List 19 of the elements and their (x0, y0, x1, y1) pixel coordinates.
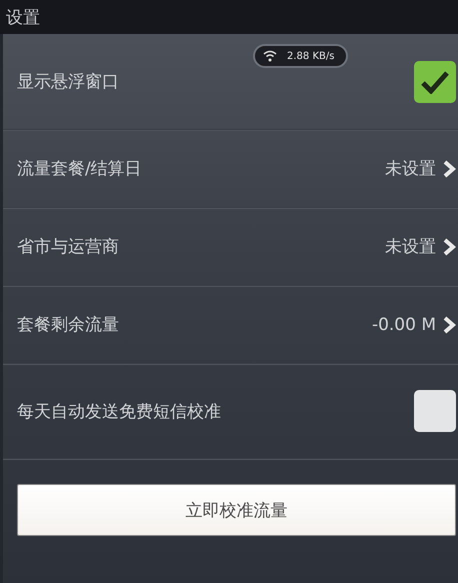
setting-label: 省市与运营商 (17, 236, 119, 258)
chevron-right-icon (442, 160, 456, 178)
chevron-right-icon (442, 316, 456, 334)
setting-value: 未设置 (385, 236, 436, 258)
floating-speed-badge[interactable]: 2.88 KB/s (253, 44, 348, 68)
checkbox[interactable] (414, 390, 456, 432)
checkbox[interactable] (414, 60, 456, 102)
wifi-icon (263, 50, 277, 62)
setting-label: 流量套餐/结算日 (17, 158, 142, 180)
setting-value: -0.00 M (372, 314, 436, 334)
checkmark-icon (421, 70, 449, 94)
calibrate-button[interactable]: 立即校准流量 (17, 484, 456, 536)
window-title: 设置 (6, 6, 40, 28)
setting-label: 套餐剩余流量 (17, 314, 119, 336)
chevron-right-icon (442, 238, 456, 256)
setting-label: 每天自动发送免费短信校准 (17, 400, 221, 422)
setting-value: 未设置 (385, 158, 436, 180)
setting-label: 显示悬浮窗口 (17, 71, 119, 93)
speed-text: 2.88 KB/s (287, 50, 334, 62)
